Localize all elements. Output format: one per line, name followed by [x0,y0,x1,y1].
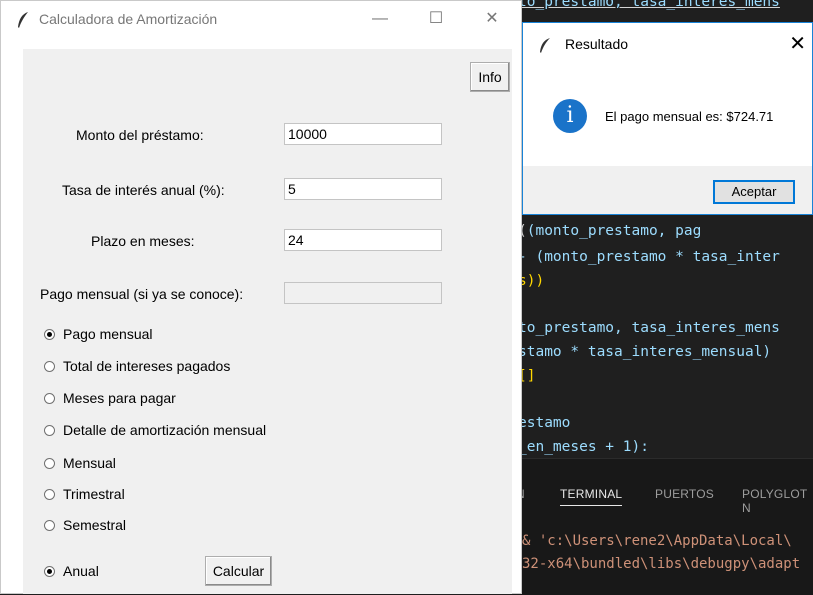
radio-icon [44,458,55,469]
close-button[interactable]: ✕ [477,7,507,31]
calculate-button[interactable]: Calcular [205,556,272,586]
feather-icon [540,38,550,53]
loan-amount-label: Monto del préstamo: [76,127,204,143]
option-total-interest[interactable]: Total de intereses pagados [44,358,230,374]
feather-icon [18,12,28,28]
title-bar[interactable]: Calculadora de Amortización — ☐ ✕ [1,1,521,37]
radio-icon [44,425,55,436]
dialog-footer: Aceptar [523,166,812,214]
maximize-button[interactable]: ☐ [421,7,451,31]
code-line: _en_meses + 1): [518,439,649,455]
monthly-payment-label: Pago mensual (si ya se conoce): [40,286,244,302]
radio-icon [44,361,55,372]
form-area: Info Monto del préstamo: 10000 Tasa de i… [23,49,512,594]
radio-icon [44,520,55,531]
dialog-close-button[interactable]: ✕ [789,31,806,56]
interest-rate-input[interactable]: 5 [284,178,442,200]
window-title: Calculadora de Amortización [39,11,218,27]
frequency-annual[interactable]: Anual [44,563,99,579]
radio-icon [44,393,55,404]
term-months-input[interactable]: 24 [284,229,442,251]
loan-amount-input[interactable]: 10000 [284,123,442,145]
option-months-to-pay[interactable]: Meses para pagar [44,390,176,406]
option-monthly-payment[interactable]: Pago mensual [44,326,153,342]
terminal-line: 32-x64\bundled\libs\debugpy\adapt [522,556,801,572]
info-button[interactable]: Info [470,62,510,92]
frequency-monthly[interactable]: Mensual [44,455,116,471]
radio-selected-icon [44,566,55,577]
code-line: estamo [518,415,571,431]
tab-terminal[interactable]: TERMINAL [560,487,623,506]
code-line: stamo * tasa_interes_mensual) [518,344,772,360]
minimize-button[interactable]: — [365,7,395,31]
tab-polyglot[interactable]: POLYGLOT N [742,487,813,515]
terminal-line: & 'c:\Users\rene2\AppData\Local\ [522,533,792,549]
accept-button[interactable]: Aceptar [713,180,795,204]
monthly-payment-input[interactable] [284,282,442,304]
result-dialog: Resultado ✕ i El pago mensual es: $724.7… [522,22,813,215]
result-message: El pago mensual es: $724.71 [605,109,774,124]
radio-icon [44,489,55,500]
code-line: ((monto_prestamo, pag [518,223,702,239]
dialog-title: Resultado [565,36,629,52]
radio-selected-icon [44,329,55,340]
term-months-label: Plazo en meses: [91,233,195,249]
code-line: to_prestamo, tasa_interes_mens [518,320,780,336]
terminal-panel[interactable]: N TERMINAL PUERTOS POLYGLOT N & 'c:\User… [510,458,813,595]
code-line: to_prestamo, tasa_interes_mens [518,0,780,10]
interest-rate-label: Tasa de interés anual (%): [62,182,225,198]
frequency-semiannual[interactable]: Semestral [44,517,126,533]
code-line: - (monto_prestamo * tasa_inter [518,249,780,265]
tab-ports[interactable]: PUERTOS [655,487,714,501]
frequency-quarterly[interactable]: Trimestral [44,486,125,502]
info-icon: i [553,99,587,133]
option-amortization-detail[interactable]: Detalle de amortización mensual [44,422,266,438]
